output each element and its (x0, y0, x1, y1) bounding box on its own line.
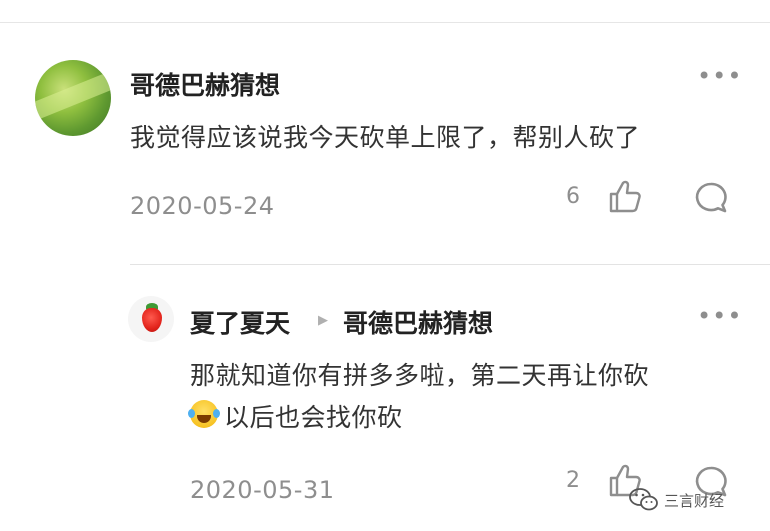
watermark-text: 三言财经 (664, 492, 725, 510)
avatar[interactable] (35, 60, 111, 136)
reply-to-author[interactable]: 哥德巴赫猜想 (343, 304, 493, 340)
reply-content-line2: 以后也会找你砍 (224, 403, 403, 432)
comment-bubble-icon[interactable] (692, 180, 730, 222)
reply-content-line1: 那就知道你有拼多多啦，第二天再让你砍 (190, 361, 650, 390)
comment-like-count: 6 (566, 184, 580, 209)
reply-divider (130, 264, 770, 265)
reply-like-count: 2 (566, 468, 580, 493)
reply-author[interactable]: 夏了夏天 (190, 304, 290, 340)
comment-author[interactable]: 哥德巴赫猜想 (130, 66, 280, 102)
more-dots-icon[interactable]: ••• (697, 62, 742, 90)
crying-laughing-emoji (188, 400, 220, 428)
thumbs-up-icon[interactable] (606, 178, 644, 220)
top-divider (0, 22, 770, 23)
reply-date: 2020-05-31 (190, 476, 335, 504)
comment-date: 2020-05-24 (130, 192, 275, 220)
reply-avatar[interactable] (128, 296, 174, 342)
more-dots-icon[interactable]: ••• (697, 302, 742, 330)
comment-content: 我觉得应该说我今天砍单上限了，帮别人砍了 (130, 123, 641, 152)
reply-arrow-icon: ▶ (318, 313, 328, 328)
wechat-logo (628, 486, 660, 518)
